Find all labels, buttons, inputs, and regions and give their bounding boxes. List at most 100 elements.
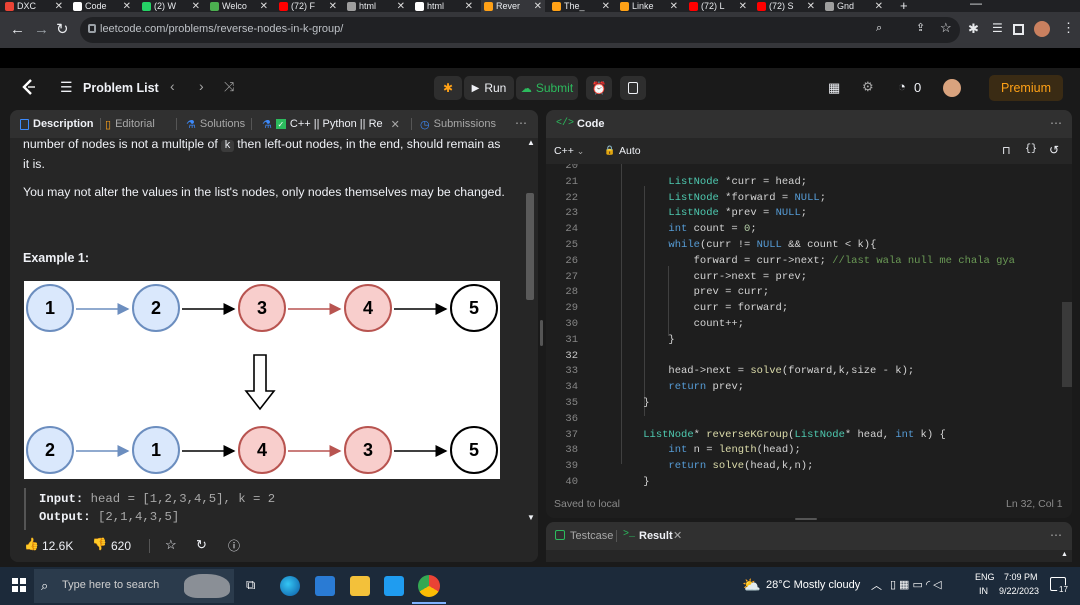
testcase-more-icon[interactable]: ⋯ <box>1050 528 1062 542</box>
testcase-scroll-up-icon[interactable]: ▲ <box>1061 551 1068 558</box>
close-tab-icon[interactable]: ✕ <box>602 1 610 12</box>
weather-text[interactable]: 28°C Mostly cloudy <box>766 579 860 591</box>
help-icon[interactable]: ⓘ <box>228 537 240 554</box>
vertical-splitter-handle[interactable] <box>795 518 817 520</box>
share-icon[interactable]: ⇪ <box>916 21 925 34</box>
close-tab-icon[interactable]: ✕ <box>670 1 678 12</box>
browser-tab[interactable]: Code ✕ <box>70 0 134 12</box>
close-tab-icon[interactable]: ✕ <box>739 1 747 12</box>
run-button[interactable]: ▶ Run <box>464 76 514 100</box>
settings-gear-icon[interactable]: ⚙ <box>862 79 874 95</box>
close-tab-icon[interactable]: ✕ <box>875 1 883 12</box>
browser-tab[interactable]: html ✕ <box>412 0 476 12</box>
browser-tab[interactable]: The_ ✕ <box>549 0 613 12</box>
tab-solutions[interactable]: ⚗ Solutions <box>186 110 245 138</box>
bookmark-icon[interactable]: ⊓ <box>1002 144 1011 157</box>
close-tab-icon[interactable]: ✕ <box>55 1 63 12</box>
tab-open-solution[interactable]: ⚗ ✓ C++ || Python || Re ✕ <box>262 110 400 138</box>
problem-list-link[interactable]: Problem List <box>83 81 159 95</box>
lang-line-1[interactable]: ENG <box>975 572 995 582</box>
clock-date[interactable]: 9/22/2023 <box>999 586 1039 596</box>
extensions-icon[interactable]: ✱ <box>968 21 979 37</box>
browser-tab[interactable]: Linke ✕ <box>617 0 681 12</box>
description-scrollbar-thumb[interactable] <box>526 193 534 300</box>
code-more-icon[interactable]: ⋯ <box>1050 116 1062 130</box>
new-tab-button[interactable]: + <box>900 0 908 12</box>
browser-tab[interactable]: Gnd ✕ <box>822 0 886 12</box>
mail-icon[interactable] <box>315 576 335 596</box>
windows-start-icon[interactable] <box>12 578 26 592</box>
user-avatar[interactable] <box>943 79 961 97</box>
debug-button[interactable]: ✱ <box>434 76 462 100</box>
browser-tab[interactable]: (72) L ✕ <box>686 0 750 12</box>
code-editor[interactable]: 20 21 ListNode *curr = head; 22 ListNode *… <box>546 164 1072 486</box>
forward-arrow-icon[interactable]: → <box>34 22 49 38</box>
sidepanel-icon[interactable] <box>1013 24 1024 35</box>
profile-avatar[interactable] <box>1034 21 1050 37</box>
zoom-icon[interactable]: ⌕ <box>876 22 882 35</box>
scroll-down-icon[interactable]: ▼ <box>527 513 535 522</box>
tray-icons[interactable]: ▯▦▭◜◁ <box>890 578 945 591</box>
auto-mode-label[interactable]: Auto <box>619 145 641 157</box>
browser-tab[interactable]: (72) S ✕ <box>754 0 818 12</box>
close-tab-icon[interactable]: ✕ <box>260 1 268 12</box>
edge-icon[interactable] <box>280 576 300 596</box>
clock-time[interactable]: 7:09 PM <box>1004 572 1038 582</box>
close-tab-icon[interactable]: ✕ <box>391 118 400 131</box>
browser-tab[interactable]: (2) W ✕ <box>139 0 203 12</box>
language-select[interactable]: C++ ⌄ <box>554 145 584 157</box>
file-explorer-icon[interactable] <box>350 576 370 596</box>
leetcode-logo-icon[interactable] <box>20 78 38 96</box>
chrome-icon[interactable] <box>418 575 440 597</box>
url-field[interactable]: leetcode.com/problems/reverse-nodes-in-k… <box>80 17 960 43</box>
favorite-star-icon[interactable]: ☆ <box>165 537 177 553</box>
vscode-icon[interactable] <box>384 576 404 596</box>
premium-button[interactable]: Premium <box>989 75 1063 101</box>
lang-line-2[interactable]: IN <box>979 586 988 596</box>
submit-button[interactable]: ☁ Submit <box>516 76 578 100</box>
code-tab-label[interactable]: Code <box>577 118 605 130</box>
tab-submissions[interactable]: ◷ Submissions <box>420 110 496 138</box>
layout-grid-icon[interactable]: ▦ <box>828 80 840 96</box>
timer-button[interactable]: ⏰ <box>586 76 612 100</box>
shuffle-icon[interactable]: ⤨ <box>224 79 234 95</box>
share-refresh-icon[interactable]: ↻ <box>196 537 207 553</box>
close-tab-icon[interactable]: ✕ <box>192 1 200 12</box>
close-tab-icon[interactable]: ✕ <box>465 1 473 12</box>
notes-button[interactable] <box>620 76 646 100</box>
close-tab-icon[interactable]: ✕ <box>123 1 131 12</box>
weather-icon[interactable]: ⛅ <box>742 576 761 594</box>
reset-code-icon[interactable]: ↺ <box>1049 143 1059 157</box>
prev-problem-icon[interactable]: ‹ <box>170 78 175 94</box>
tab-testcase[interactable]: Testcase <box>570 530 613 542</box>
tab-editorial[interactable]: ▯ Editorial <box>105 110 155 138</box>
panel-splitter[interactable] <box>540 320 543 346</box>
close-tab-icon[interactable]: ✕ <box>397 1 405 12</box>
editor-scrollbar-thumb[interactable] <box>1062 302 1072 387</box>
format-braces-icon[interactable]: {} <box>1025 144 1037 155</box>
close-tab-icon[interactable]: ✕ <box>534 1 542 12</box>
browser-tab[interactable]: (72) F ✕ <box>276 0 340 12</box>
close-tab-icon[interactable]: ✕ <box>807 1 815 12</box>
browser-tab[interactable]: html ✕ <box>344 0 408 12</box>
back-arrow-icon[interactable]: ← <box>10 22 25 38</box>
taskbar-search-box[interactable]: ⌕ Type here to search <box>34 569 234 603</box>
streak-icon[interactable]: ◔ <box>898 79 906 94</box>
close-result-icon[interactable]: ✕ <box>673 529 682 542</box>
task-view-icon[interactable]: ⧉ <box>246 577 255 593</box>
chrome-menu-icon[interactable]: ⋮ <box>1062 20 1075 36</box>
browser-tab[interactable]: DXC ✕ <box>2 0 66 12</box>
tab-description[interactable]: Description <box>20 110 94 138</box>
next-problem-icon[interactable]: › <box>199 78 204 94</box>
thumbs-down-icon[interactable]: 👎 <box>92 537 107 551</box>
close-tab-icon[interactable]: ✕ <box>329 1 337 12</box>
reading-list-icon[interactable]: ☰ <box>992 21 1003 35</box>
browser-tab[interactable]: Rever ✕ <box>481 0 545 12</box>
window-minimize-button[interactable]: — <box>970 0 982 10</box>
more-options-icon[interactable]: ⋯ <box>515 116 527 130</box>
browser-tab[interactable]: Welco ✕ <box>207 0 271 12</box>
bookmark-star-icon[interactable]: ☆ <box>940 20 952 36</box>
tray-chevron-icon[interactable]: ︿ <box>871 577 882 593</box>
reload-icon[interactable]: ↻ <box>56 22 69 38</box>
thumbs-up-icon[interactable]: 👍 <box>24 537 39 551</box>
